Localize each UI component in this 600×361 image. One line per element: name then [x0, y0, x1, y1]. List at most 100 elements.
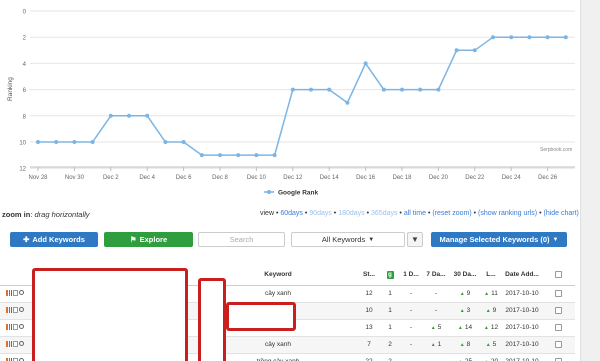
header-date-added[interactable]: Date Add...	[502, 265, 542, 286]
data-point[interactable]	[509, 35, 514, 40]
data-point[interactable]	[236, 153, 241, 158]
up-arrow-icon: ▲	[457, 325, 463, 331]
data-point[interactable]	[400, 87, 404, 92]
data-point[interactable]	[363, 61, 368, 66]
search-icon[interactable]	[19, 290, 24, 295]
data-point[interactable]	[254, 153, 259, 158]
document-icon[interactable]	[13, 306, 18, 313]
document-icon[interactable]	[13, 323, 18, 330]
row-checkbox[interactable]	[555, 289, 562, 297]
explore-button[interactable]: ⚑ Explore	[104, 232, 193, 247]
data-point[interactable]	[127, 113, 131, 118]
row-select[interactable]	[542, 336, 575, 354]
row-day30: ▲ 14	[450, 319, 480, 337]
row-checkbox[interactable]	[555, 306, 562, 314]
data-point[interactable]	[381, 87, 386, 92]
data-point[interactable]	[491, 35, 495, 40]
data-point[interactable]	[218, 153, 222, 158]
show-ranking-urls-link[interactable]: (show ranking urls)	[478, 210, 537, 217]
header-1day[interactable]: 1 D...	[400, 265, 422, 286]
row-checkbox[interactable]	[555, 323, 562, 331]
data-point[interactable]	[418, 87, 423, 92]
document-icon[interactable]	[13, 357, 18, 361]
row-date: 2017-10-10	[502, 302, 542, 320]
search-input[interactable]: Search	[198, 232, 285, 247]
row-select[interactable]	[542, 285, 575, 303]
data-point[interactable]	[108, 113, 113, 118]
select-all-checkbox[interactable]	[555, 271, 562, 279]
row-day30-value: 8	[466, 341, 471, 348]
filter-icon[interactable]: ▼	[407, 232, 423, 247]
data-point[interactable]	[181, 140, 186, 144]
row-select[interactable]	[542, 353, 575, 361]
rank-chart[interactable]: 0 2 4 6 8 10 12 Nov 28 Nov 30 Dec 2 Dec 4 Dec 6 Dec …	[0, 0, 600, 200]
bar-chart-icon[interactable]	[6, 323, 12, 330]
hide-chart-link[interactable]: (hide chart)	[543, 210, 578, 217]
x-tick-label: Dec 12	[283, 175, 303, 181]
data-point[interactable]	[327, 87, 332, 92]
legend-label[interactable]: Google Rank	[278, 190, 318, 197]
search-icon[interactable]	[19, 341, 24, 346]
explore-label: Explore	[139, 235, 168, 244]
row-date: 2017-10-10	[502, 353, 542, 361]
header-google[interactable]: g	[380, 265, 400, 286]
row-checkbox[interactable]	[555, 340, 562, 348]
row-date-value: 2017-10-10	[505, 290, 539, 297]
header-select-all[interactable]	[542, 265, 575, 286]
header-30days[interactable]: 30 Da...	[450, 265, 480, 286]
search-icon[interactable]	[19, 307, 24, 312]
bar-chart-icon[interactable]	[6, 306, 12, 313]
data-point[interactable]	[72, 140, 77, 144]
header-7days[interactable]: 7 Da...	[422, 265, 450, 286]
add-keywords-button[interactable]: ✚ Add Keywords	[10, 232, 98, 247]
data-point[interactable]	[54, 140, 59, 144]
document-icon[interactable]	[13, 289, 18, 296]
header-life[interactable]: L...	[480, 265, 502, 286]
view-180days-link[interactable]: 180days	[338, 210, 364, 217]
data-point[interactable]	[454, 48, 459, 53]
search-icon[interactable]	[19, 324, 24, 329]
data-point[interactable]	[345, 100, 350, 105]
all-keywords-select[interactable]: All Keywords ▼	[291, 232, 405, 247]
document-icon[interactable]	[13, 340, 18, 347]
data-point[interactable]	[309, 87, 313, 92]
data-point[interactable]	[90, 140, 95, 144]
data-point[interactable]	[272, 153, 277, 158]
x-tick-label: Dec 14	[320, 175, 340, 181]
data-point[interactable]	[545, 35, 550, 40]
data-point[interactable]	[163, 140, 168, 144]
rank-chart-svg[interactable]: 0 2 4 6 8 10 12Nov 28 Nov 30 Dec 2 Dec 4 Dec 6 Dec …	[0, 0, 600, 200]
row-day30-value: 9	[466, 290, 471, 297]
data-point[interactable]	[36, 140, 40, 144]
row-day7-value: 1	[437, 341, 442, 348]
data-point[interactable]	[563, 35, 568, 40]
row-google-value: 1	[388, 290, 392, 297]
header-start[interactable]: St...	[358, 265, 380, 286]
row-select[interactable]	[542, 302, 575, 320]
data-point[interactable]	[145, 113, 150, 118]
view-prefix: view •	[260, 210, 279, 217]
series-line[interactable]	[38, 36, 566, 156]
up-arrow-icon: ▲	[459, 308, 465, 314]
view-alltime-link[interactable]: all time	[404, 210, 426, 217]
bar-chart-icon[interactable]	[6, 357, 12, 361]
y-tick-label: 10	[19, 141, 26, 147]
view-60days-link[interactable]: 60days	[280, 210, 303, 217]
data-point[interactable]	[527, 35, 532, 40]
data-point[interactable]	[436, 87, 441, 92]
row-day30: ▲ 8	[450, 336, 480, 354]
manage-selected-button[interactable]: Manage Selected Keywords (0) ▼	[431, 232, 567, 247]
row-day1: -	[400, 285, 422, 303]
data-point[interactable]	[199, 153, 204, 158]
data-point[interactable]	[472, 48, 477, 53]
view-365days-link[interactable]: 365days	[371, 210, 397, 217]
row-select[interactable]	[542, 319, 575, 337]
view-90days-link[interactable]: 90days	[309, 210, 332, 217]
reset-zoom-link[interactable]: (reset zoom)	[432, 210, 471, 217]
zoom-hint-text: drag horizontally	[34, 210, 90, 219]
chart-credit[interactable]: Serpbook.com	[540, 147, 572, 153]
bar-chart-icon[interactable]	[6, 340, 12, 347]
bar-chart-icon[interactable]	[6, 289, 12, 296]
data-point[interactable]	[290, 87, 295, 92]
page-scrollbar[interactable]	[580, 0, 600, 361]
